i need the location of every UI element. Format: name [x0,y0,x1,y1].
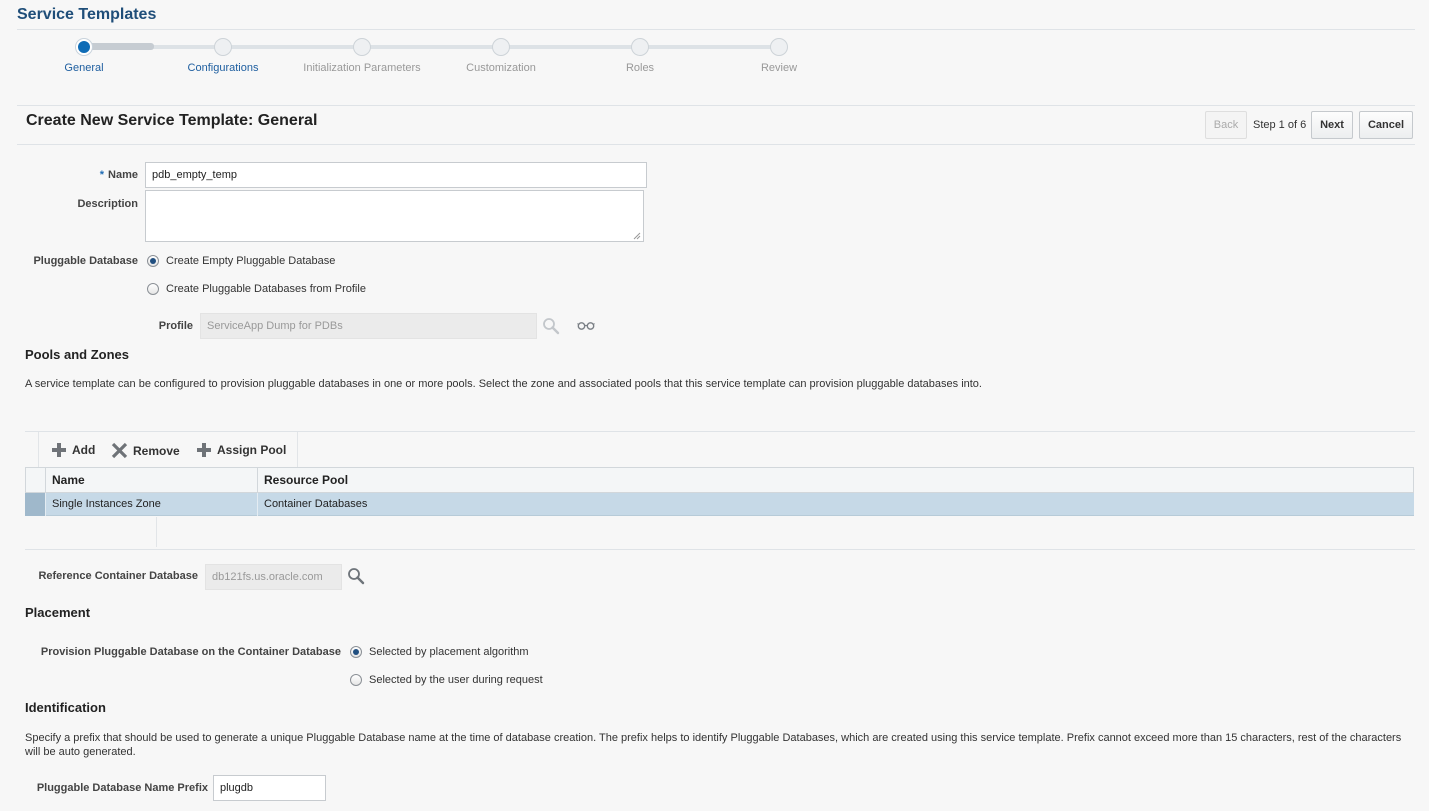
radio-create-from-profile-label[interactable]: Create Pluggable Databases from Profile [166,283,366,295]
name-label-text: Name [108,169,138,181]
view-glasses-icon [577,322,595,330]
header-divider-top [17,105,1415,106]
search-icon [543,318,560,335]
add-button-label: Add [72,443,96,457]
train-label-customization: Customization [466,62,536,74]
prefix-label: Pluggable Database Name Prefix [36,782,208,794]
toolbar-divider-end [297,432,298,467]
remove-button[interactable]: Remove [111,442,180,459]
train-label-configurations[interactable]: Configurations [153,62,293,74]
pools-zones-description: A service template can be configured to … [25,378,982,390]
radio-create-empty-pdb[interactable] [147,255,159,267]
train-stop-general[interactable] [75,38,93,56]
placement-label: Provision Pluggable Database on the Cont… [40,646,341,658]
header-divider-bottom [17,144,1415,145]
train-stop-customization [492,38,510,56]
remove-button-label: Remove [133,443,180,458]
train: General Configurations Initialization Pa… [0,0,797,74]
train-stop-configurations[interactable] [214,38,232,56]
train-label-roles: Roles [625,62,655,74]
identification-heading: Identification [25,700,106,715]
train-label-review: Review [760,62,798,74]
column-header-resource-pool[interactable]: Resource Pool [257,467,1414,493]
radio-create-empty-pdb-label[interactable]: Create Empty Pluggable Database [166,255,335,267]
pluggable-database-label: Pluggable Database [33,255,138,267]
add-button[interactable]: Add [51,442,95,458]
table-footer-divider [25,549,1415,550]
back-button[interactable]: Back [1205,111,1247,139]
add-icon [52,443,66,457]
description-label: Description [77,198,138,210]
column-header-name[interactable]: Name [45,467,257,493]
reference-search-icon[interactable] [347,567,365,585]
name-input[interactable] [145,162,647,188]
next-button[interactable]: Next [1311,111,1353,139]
resize-grip-icon[interactable] [633,232,641,240]
reference-container-input [205,564,342,590]
title-divider [17,29,1415,30]
toolbar-divider [38,432,39,467]
row-selector[interactable] [25,493,45,516]
cell-zone-name: Single Instances Zone [45,493,257,516]
cancel-button[interactable]: Cancel [1359,111,1413,139]
assign-pool-icon [197,443,211,457]
profile-input [200,313,537,339]
required-mark: * [99,169,105,181]
step-indicator: Step 1 of 6 [1253,119,1307,131]
prefix-input[interactable] [213,775,326,801]
cell-resource-pool: Container Databases [257,493,1414,516]
train-label-general[interactable]: General [14,62,154,74]
name-label: * Name [40,169,138,181]
radio-create-from-profile[interactable] [147,283,159,295]
profile-label: Profile [158,320,193,332]
radio-placement-user-label[interactable]: Selected by the user during request [369,674,543,686]
column-resize-line [156,517,157,547]
step-heading: Create New Service Template: General [26,112,318,129]
train-label-initialization-parameters: Initialization Parameters [303,62,421,74]
radio-placement-algorithm[interactable] [350,646,362,658]
train-progress [84,43,154,50]
remove-icon [111,442,128,459]
placement-heading: Placement [25,605,91,620]
assign-pool-button[interactable]: Assign Pool [196,442,286,458]
radio-placement-algorithm-label[interactable]: Selected by placement algorithm [369,646,529,658]
train-stop-initialization-parameters [353,38,371,56]
description-textarea[interactable] [145,190,644,242]
train-track [84,45,779,49]
radio-placement-user[interactable] [350,674,362,686]
identification-description: Specify a prefix that should be used to … [25,732,1402,758]
page-title: Service Templates [17,6,157,23]
train-stop-review [770,38,788,56]
reference-container-label: Reference Container Database [38,570,198,582]
pools-zones-heading: Pools and Zones [25,347,130,362]
assign-pool-button-label: Assign Pool [217,443,287,457]
train-stop-roles [631,38,649,56]
